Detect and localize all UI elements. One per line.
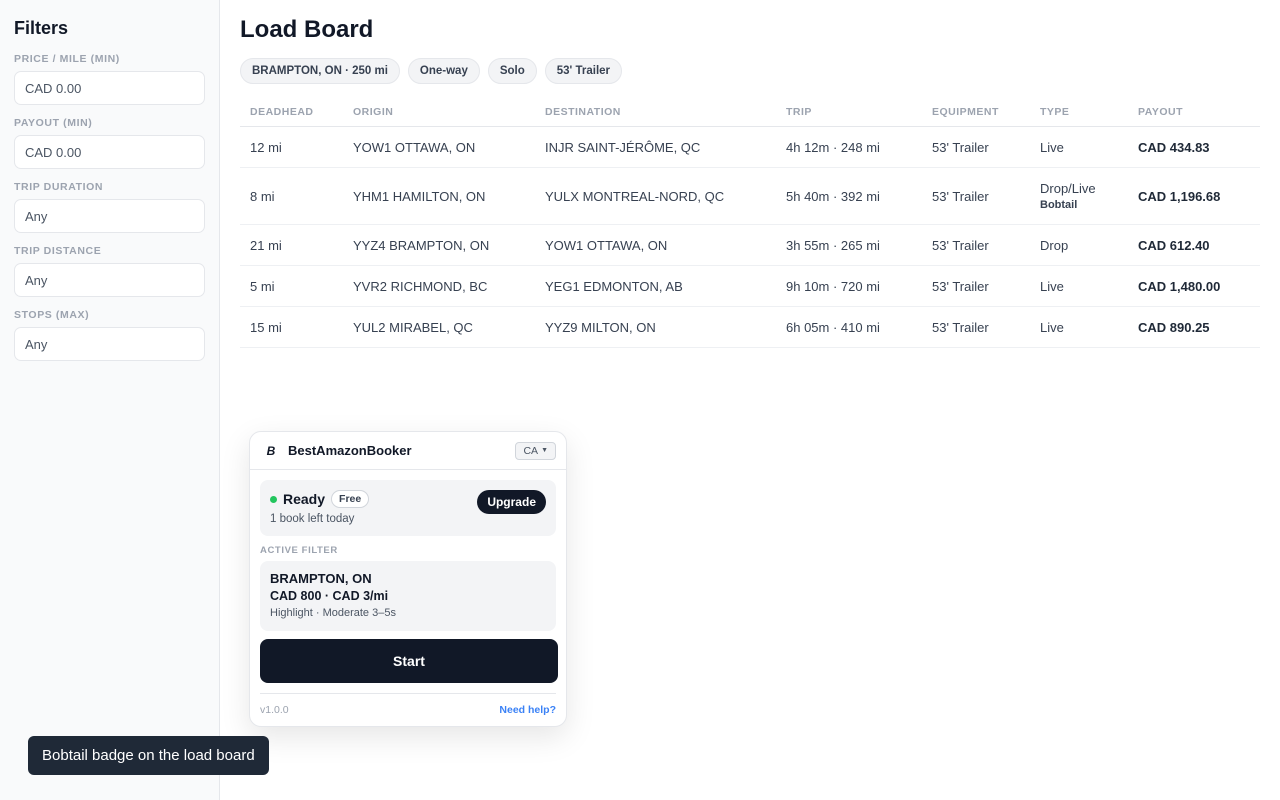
- filter-label: TRIP DISTANCE: [14, 245, 102, 257]
- page-title: Load Board: [240, 16, 374, 43]
- cell-type: Live: [1030, 306, 1128, 348]
- version-text: v1.0.0: [260, 704, 289, 716]
- cell-payout: CAD 1,196.68: [1128, 167, 1260, 225]
- filter-trip-duration: TRIP DURATION: [14, 181, 205, 233]
- column-header-deadhead[interactable]: DEADHEAD: [240, 106, 343, 127]
- filter-mode: Highlight · Moderate 3–5s: [270, 607, 396, 619]
- sidebar-title: Filters: [14, 18, 69, 38]
- column-header-equipment[interactable]: EQUIPMENT: [922, 106, 1030, 127]
- cell-deadhead: 15 mi: [240, 306, 343, 348]
- cell-destination: YYZ9 MILTON, ON: [535, 306, 776, 348]
- cell-deadhead: 12 mi: [240, 126, 343, 168]
- brand-logo-icon: B: [266, 443, 276, 458]
- region-label: CA: [523, 444, 539, 457]
- start-button[interactable]: Start: [260, 639, 558, 683]
- brand-name: BestAmazonBooker: [288, 443, 412, 458]
- upgrade-button[interactable]: Upgrade: [477, 490, 546, 514]
- cell-destination: YULX MONTREAL-NORD, QC: [535, 167, 776, 225]
- cell-origin: YYZ4 BRAMPTON, ON: [343, 224, 535, 266]
- status-card: Ready Free 1 book left today Upgrade: [260, 480, 556, 536]
- chevron-down-icon: ▼: [541, 447, 548, 454]
- column-header-destination[interactable]: DESTINATION: [535, 106, 776, 127]
- active-filter-card: BRAMPTON, ON CAD 800 · CAD 3/mi Highligh…: [260, 561, 556, 631]
- chip-location[interactable]: BRAMPTON, ON · 250 mi: [240, 58, 400, 84]
- stops-max-input[interactable]: [14, 327, 205, 361]
- loads-table: DEADHEAD ORIGIN DESTINATION TRIP EQUIPME…: [240, 106, 1260, 348]
- popup-header: B BestAmazonBooker CA ▼: [250, 432, 566, 470]
- caption-toast: Bobtail badge on the load board: [28, 736, 269, 775]
- table-row[interactable]: 5 mi YVR2 RICHMOND, BC YEG1 EDMONTON, AB…: [240, 265, 1260, 307]
- table-row[interactable]: 12 mi YOW1 OTTAWA, ON INJR SAINT-JÉRÔME,…: [240, 126, 1260, 168]
- cell-payout: CAD 1,480.00: [1128, 265, 1260, 307]
- filter-label: PAYOUT (MIN): [14, 117, 93, 129]
- status-dot-icon: [270, 495, 277, 503]
- type-label: Drop/Live: [1040, 181, 1096, 196]
- chip-driver-type[interactable]: Solo: [487, 58, 537, 84]
- cell-payout: CAD 890.25: [1128, 306, 1260, 348]
- cell-type: Drop/Live Bobtail: [1030, 167, 1128, 225]
- cell-payout: CAD 612.40: [1128, 224, 1260, 266]
- trip-duration-input[interactable]: [14, 199, 205, 233]
- cell-origin: YVR2 RICHMOND, BC: [343, 265, 535, 307]
- cell-deadhead: 8 mi: [240, 167, 343, 225]
- cell-equipment: 53' Trailer: [922, 126, 1030, 168]
- cell-destination: INJR SAINT-JÉRÔME, QC: [535, 126, 776, 168]
- cell-type: Live: [1030, 126, 1128, 168]
- plan-badge: Free: [331, 490, 370, 508]
- cell-equipment: 53' Trailer: [922, 167, 1030, 225]
- filter-price-per-mile: PRICE / MILE (MIN): [14, 53, 205, 105]
- table-header-row: DEADHEAD ORIGIN DESTINATION TRIP EQUIPME…: [240, 106, 1260, 127]
- cell-trip: 5h 40m · 392 mi: [776, 167, 922, 225]
- column-header-origin[interactable]: ORIGIN: [343, 106, 535, 127]
- price-per-mile-input[interactable]: [14, 71, 205, 105]
- bobtail-badge: Bobtail: [1040, 199, 1078, 211]
- cell-origin: YOW1 OTTAWA, ON: [343, 126, 535, 168]
- trip-distance-input[interactable]: [14, 263, 205, 297]
- cell-type: Drop: [1030, 224, 1128, 266]
- filter-label: PRICE / MILE (MIN): [14, 53, 120, 65]
- table-row[interactable]: 8 mi YHM1 HAMILTON, ON YULX MONTREAL-NOR…: [240, 167, 1260, 225]
- cell-type: Live: [1030, 265, 1128, 307]
- chip-trip-type[interactable]: One-way: [407, 58, 480, 84]
- region-select[interactable]: CA ▼: [515, 441, 556, 460]
- filter-payout: PAYOUT (MIN): [14, 117, 205, 169]
- need-help-link[interactable]: Need help?: [499, 704, 556, 716]
- books-left-text: 1 book left today: [270, 513, 355, 525]
- active-filter-heading: ACTIVE FILTER: [260, 545, 338, 556]
- cell-equipment: 53' Trailer: [922, 224, 1030, 266]
- filters-sidebar: Filters PRICE / MILE (MIN) PAYOUT (MIN) …: [0, 0, 220, 800]
- cell-equipment: 53' Trailer: [922, 265, 1030, 307]
- filter-trip-distance: TRIP DISTANCE: [14, 245, 205, 297]
- filter-stops: STOPS (MAX): [14, 309, 205, 361]
- filter-price: CAD 800 · CAD 3/mi: [270, 589, 389, 603]
- extension-popup: B BestAmazonBooker CA ▼ Ready Free 1 boo…: [249, 431, 567, 727]
- cell-trip: 3h 55m · 265 mi: [776, 224, 922, 266]
- payout-min-input[interactable]: [14, 135, 205, 169]
- load-board: Load Board BRAMPTON, ON · 250 mi One-way…: [240, 0, 1260, 348]
- cell-origin: YUL2 MIRABEL, QC: [343, 306, 535, 348]
- filter-location: BRAMPTON, ON: [270, 571, 372, 586]
- filter-label: TRIP DURATION: [14, 181, 104, 193]
- cell-origin: YHM1 HAMILTON, ON: [343, 167, 535, 225]
- filter-label: STOPS (MAX): [14, 309, 90, 321]
- column-header-payout[interactable]: PAYOUT: [1128, 106, 1260, 127]
- chip-equipment[interactable]: 53' Trailer: [544, 58, 623, 84]
- status-text: Ready: [283, 491, 326, 507]
- cell-trip: 4h 12m · 248 mi: [776, 126, 922, 168]
- cell-trip: 6h 05m · 410 mi: [776, 306, 922, 348]
- cell-payout: CAD 434.83: [1128, 126, 1260, 168]
- cell-destination: YEG1 EDMONTON, AB: [535, 265, 776, 307]
- cell-equipment: 53' Trailer: [922, 306, 1030, 348]
- table-row[interactable]: 15 mi YUL2 MIRABEL, QC YYZ9 MILTON, ON 6…: [240, 306, 1260, 348]
- active-chips: BRAMPTON, ON · 250 mi One-way Solo 53' T…: [240, 58, 1260, 84]
- column-header-type[interactable]: TYPE: [1030, 106, 1128, 127]
- column-header-trip[interactable]: TRIP: [776, 106, 922, 127]
- cell-deadhead: 5 mi: [240, 265, 343, 307]
- popup-footer: v1.0.0 Need help?: [260, 693, 556, 716]
- cell-deadhead: 21 mi: [240, 224, 343, 266]
- cell-destination: YOW1 OTTAWA, ON: [535, 224, 776, 266]
- cell-trip: 9h 10m · 720 mi: [776, 265, 922, 307]
- table-row[interactable]: 21 mi YYZ4 BRAMPTON, ON YOW1 OTTAWA, ON …: [240, 224, 1260, 266]
